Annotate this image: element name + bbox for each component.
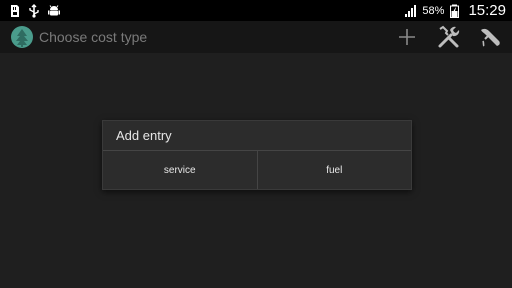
fuel-button[interactable] bbox=[470, 21, 512, 53]
dialog-button-bar: service fuel bbox=[103, 151, 411, 189]
tools-icon bbox=[438, 25, 460, 48]
battery-percent: 58% bbox=[422, 4, 445, 17]
status-bar-notifications bbox=[0, 0, 61, 21]
dialog-title: Add entry bbox=[103, 121, 411, 151]
add-entry-dialog: Add entry service fuel bbox=[102, 120, 412, 190]
sd-card-icon bbox=[11, 4, 19, 17]
android-debug-icon bbox=[48, 4, 60, 15]
action-bar-title: Choose cost type bbox=[39, 29, 148, 45]
action-bar: Choose cost type bbox=[0, 21, 512, 53]
add-icon bbox=[399, 29, 415, 45]
tools-button[interactable] bbox=[428, 21, 470, 53]
status-bar-system: 58% 15:29 bbox=[404, 0, 512, 21]
status-bar: 58% 15:29 bbox=[0, 0, 512, 21]
service-button[interactable]: service bbox=[103, 151, 257, 189]
clock: 15:29 bbox=[468, 2, 506, 19]
add-button[interactable] bbox=[386, 21, 428, 53]
app-logo-icon[interactable] bbox=[10, 25, 34, 49]
signal-strength-icon bbox=[405, 4, 417, 17]
action-bar-buttons bbox=[386, 21, 512, 53]
usb-icon bbox=[29, 3, 39, 18]
fuel-nozzle-icon bbox=[481, 28, 500, 47]
fuel-entry-button[interactable]: fuel bbox=[256, 151, 412, 189]
battery-icon bbox=[450, 4, 460, 18]
